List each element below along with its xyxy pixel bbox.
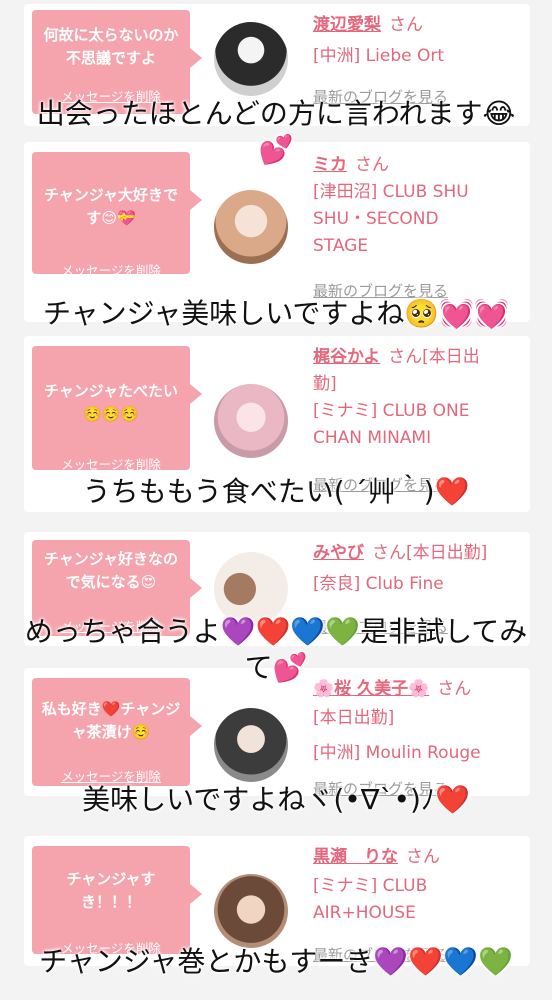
message-text: 何故に太らないのか不思議ですよ — [43, 26, 179, 67]
shop-line: [本日出勤] — [313, 708, 395, 728]
shop-line: AIR+HOUSE — [313, 903, 416, 923]
cast-name-link[interactable]: 黒瀬 りな — [313, 847, 398, 867]
delete-message-link[interactable]: メッセージを削除 — [32, 260, 190, 279]
shop-line: [津田沼] CLUB SHU — [313, 182, 469, 202]
message-bubble: チャンジャたべたい☺️☺️☺️ メッセージを削除 — [32, 346, 202, 473]
overlay-caption: チャンジャ美味しいですよね🥺💓💓 — [42, 297, 510, 330]
shop-line: CHAN MINAMI — [313, 428, 432, 448]
overlay-caption: 美味しいですよねヾ(•∇`•)ﾉ❤️ — [82, 783, 470, 816]
overlay-caption: チャンジャ巻とかもすーき💜❤️💙💚 — [39, 945, 513, 978]
shop-line: [奈良] Club Fine — [313, 574, 444, 594]
avatar[interactable] — [214, 384, 288, 458]
message-text: チャンジャ好きなので気になる😍 — [43, 550, 179, 591]
message-text: チャンジャ大好きです😊💝 — [43, 186, 179, 227]
profile-info: ミカ さん [津田沼] CLUB SHU SHU・SECOND STAGE — [313, 152, 523, 260]
message-bubble: 私も好き❤️チャンジャ茶漬け☺️ メッセージを削除 — [32, 678, 202, 786]
shop-line: [ミナミ] CLUB ONE — [313, 401, 470, 421]
honorific: さん[本日出勤] — [372, 543, 488, 563]
overlay-caption: 出会ったほとんどの方に言われます😂💕 — [36, 97, 516, 166]
cast-name-link[interactable]: みやび — [313, 543, 364, 563]
profile-info: 渡辺愛梨 さん [中洲] Liebe Ort — [313, 12, 523, 70]
avatar[interactable] — [214, 708, 288, 782]
avatar[interactable] — [214, 874, 288, 948]
avatar[interactable] — [214, 190, 288, 264]
profile-info: 🌸桜 久美子🌸 さん [本日出勤] [中洲] Moulin Rouge — [313, 676, 523, 767]
honorific: さん — [389, 15, 423, 35]
shop-line: SHU・SECOND — [313, 209, 439, 229]
overlay-caption: うちももう食べたい( ´艸｀)❤️ — [82, 475, 470, 508]
message-text: チャンジャすき！！！ — [66, 870, 156, 911]
message-text: チャンジャたべたい☺️☺️☺️ — [43, 382, 179, 423]
message-card: 私も好き❤️チャンジャ茶漬け☺️ メッセージを削除 🌸桜 久美子🌸 さん [本日出… — [24, 668, 530, 798]
message-bubble: チャンジャすき！！！ メッセージを削除 — [32, 846, 202, 956]
overlay-caption: めっちゃ合うよ💜❤️💙💚是非試してみて💕 — [24, 615, 528, 684]
honorific: さん[本日出 — [388, 347, 480, 367]
message-text: 私も好き❤️チャンジャ茶漬け☺️ — [41, 700, 181, 741]
profile-info: 梶谷かよ さん[本日出 勤] [ミナミ] CLUB ONE CHAN MINAMI — [313, 344, 523, 452]
shop-line: [中洲] Liebe Ort — [313, 46, 445, 66]
shop-line: [中洲] Moulin Rouge — [313, 743, 481, 763]
delete-message-link[interactable]: メッセージを削除 — [32, 454, 190, 473]
shop-line: 勤] — [313, 374, 337, 394]
cast-name-link[interactable]: 渡辺愛梨 — [313, 15, 381, 35]
message-card: チャンジャ大好きです😊💝 メッセージを削除 ミカ さん [津田沼] CLUB SH… — [24, 142, 530, 322]
message-bubble: チャンジャ大好きです😊💝 メッセージを削除 — [32, 152, 202, 278]
shop-line: STAGE — [313, 236, 369, 256]
shop-line: [ミナミ] CLUB — [313, 876, 428, 896]
cast-name-link[interactable]: 梶谷かよ — [313, 347, 380, 367]
avatar[interactable] — [214, 22, 288, 96]
honorific: さん — [406, 847, 440, 867]
profile-info: みやび さん[本日出勤] [奈良] Club Fine — [313, 540, 523, 598]
profile-info: 黒瀬 りな さん [ミナミ] CLUB AIR+HOUSE — [313, 844, 523, 927]
